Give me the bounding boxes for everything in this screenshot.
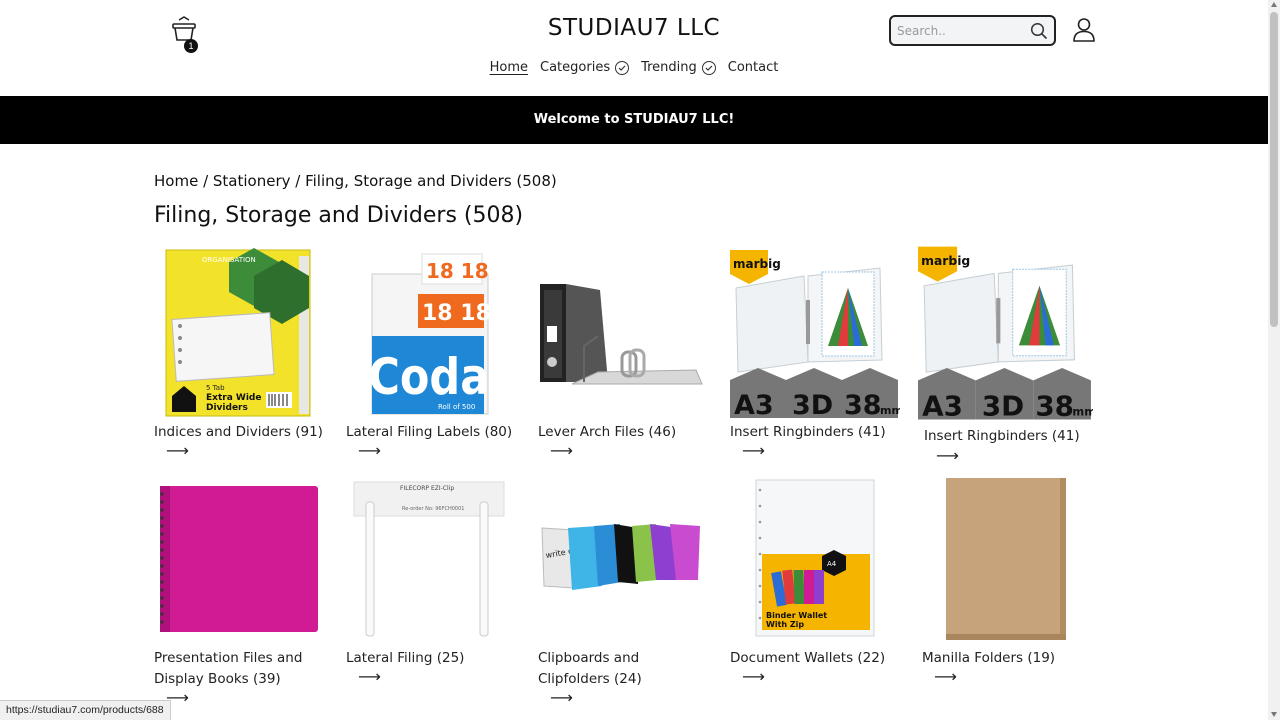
main-nav: Home Categories Trending Contact — [0, 60, 1268, 75]
category-label: Lateral Filing (25) — [346, 650, 465, 666]
extra-wide-text: Extra Wide — [206, 393, 261, 403]
nav-trending[interactable]: Trending — [641, 60, 716, 75]
3d-text: 3D — [792, 390, 833, 418]
3d-text: 3D — [982, 389, 1024, 420]
nav-contact[interactable]: Contact — [728, 60, 779, 75]
welcome-banner: Welcome to STUDIAU7 LLC! — [0, 96, 1268, 144]
nav-categories[interactable]: Categories — [540, 60, 630, 75]
lateral-filing-product-image: FILECORP EZI-Clip Re-order No: 96FCH0001 — [353, 481, 505, 637]
category-label: Lateral Filing Labels (80) — [346, 424, 513, 440]
ringbinder-product-image: marbig A3 3D 38 mm — [918, 246, 1093, 420]
site-header: 1 STUDIAU7 LLC Home Categories Trending … — [0, 0, 1268, 96]
a3-text: A3 — [922, 389, 963, 420]
filecorp-text: FILECORP EZI-Clip — [400, 485, 454, 492]
nav-categories-label: Categories — [540, 60, 611, 75]
a4-text: A4 — [827, 560, 837, 568]
dividers-product-image: ORGANISATION 5 Tab Extra Wide Dividers — [165, 248, 311, 417]
marbig-brand-text: marbig — [921, 254, 970, 268]
with-zip-text: With Zip — [766, 620, 804, 629]
breadcrumb-stationery[interactable]: Stationery — [213, 172, 291, 190]
a3-text: A3 — [734, 390, 774, 418]
search-input[interactable] — [897, 23, 1027, 38]
38-text: 38 — [844, 390, 882, 418]
page-title: Filing, Storage and Dividers (508) — [154, 203, 524, 228]
breadcrumb: Home / Stationery / Filing, Storage and … — [154, 172, 557, 190]
clipboards-product-image: write on me! — [541, 524, 700, 590]
scroll-down-arrow-icon[interactable] — [1271, 712, 1277, 717]
breadcrumb-home[interactable]: Home — [154, 172, 198, 190]
five-tab-text: 5 Tab — [206, 384, 225, 392]
arrow-right-icon: ⟶ — [936, 446, 959, 465]
arrow-right-icon: ⟶ — [742, 441, 765, 460]
arrow-right-icon: ⟶ — [550, 441, 573, 460]
scrollbar-thumb[interactable] — [1270, 12, 1278, 327]
roll-of-text: Roll of 500 — [438, 403, 475, 411]
arrow-right-icon: ⟶ — [934, 667, 957, 686]
chevron-down-icon — [615, 60, 630, 75]
binder-wallet-text: Binder Wallet — [766, 611, 827, 620]
nav-home-label: Home — [489, 60, 529, 75]
marbig-brand-text: marbig — [733, 257, 781, 271]
breadcrumb-separator: / — [198, 172, 213, 190]
reorder-text: Re-order No: 96FCH0001 — [402, 506, 464, 512]
category-label: Lever Arch Files (46) — [538, 424, 677, 440]
arrow-right-icon: ⟶ — [358, 667, 381, 686]
user-icon — [1073, 18, 1095, 42]
presentation-file-product-image — [160, 486, 318, 632]
manilla-folder-product-image — [946, 478, 1066, 640]
account-button[interactable] — [1072, 17, 1096, 43]
page-scrollbar[interactable] — [1268, 0, 1280, 720]
search-box — [889, 15, 1056, 46]
breadcrumb-separator: / — [290, 172, 306, 190]
category-label: Presentation Files and Display Books (39… — [154, 650, 303, 687]
ringbinder-product-image: marbig A3 3D 38 mm — [730, 250, 900, 418]
mm-text: mm — [1072, 404, 1093, 418]
arrow-right-icon: ⟶ — [742, 667, 765, 686]
category-label: Document Wallets (22) — [730, 650, 886, 666]
nav-contact-label: Contact — [727, 60, 779, 75]
nav-home[interactable]: Home — [490, 60, 528, 75]
label-number-top: 18 18 — [426, 259, 489, 283]
nav-trending-label: Trending — [641, 60, 697, 75]
label-number-mid: 18 18 — [422, 301, 491, 326]
breadcrumb-current: Filing, Storage and Dividers (508) — [305, 172, 557, 190]
chevron-down-icon — [701, 60, 716, 75]
scroll-up-arrow-icon[interactable] — [1271, 2, 1277, 7]
category-label: Manilla Folders (19) — [922, 650, 1056, 666]
category-label: Insert Ringbinders (41) — [924, 428, 1080, 444]
status-url-tooltip: https://studiau7.com/products/688 — [0, 700, 171, 720]
dividers-text: Dividers — [206, 403, 248, 413]
lever-arch-product-image — [540, 284, 703, 385]
search-icon[interactable] — [1030, 22, 1048, 40]
organisation-text: ORGANISATION — [202, 256, 256, 264]
document-wallet-product-image: A4 Binder Wallet With Zip — [755, 479, 875, 637]
category-label: Insert Ringbinders (41) — [730, 424, 886, 440]
coda-brand-text: Coda — [368, 348, 489, 406]
cart-count-badge: 1 — [184, 39, 198, 53]
arrow-right-icon: ⟶ — [358, 441, 381, 460]
38-text: 38 — [1035, 389, 1074, 420]
category-label: Clipboards and Clipfolders (24) — [538, 650, 642, 687]
arrow-right-icon: ⟶ — [550, 688, 573, 707]
coda-labels-product-image: 18 18 18 18 Coda Roll of 500 — [368, 253, 491, 415]
mm-text: mm — [880, 404, 900, 417]
arrow-right-icon: ⟶ — [166, 441, 189, 460]
category-label: Indices and Dividers (91) — [154, 424, 323, 440]
